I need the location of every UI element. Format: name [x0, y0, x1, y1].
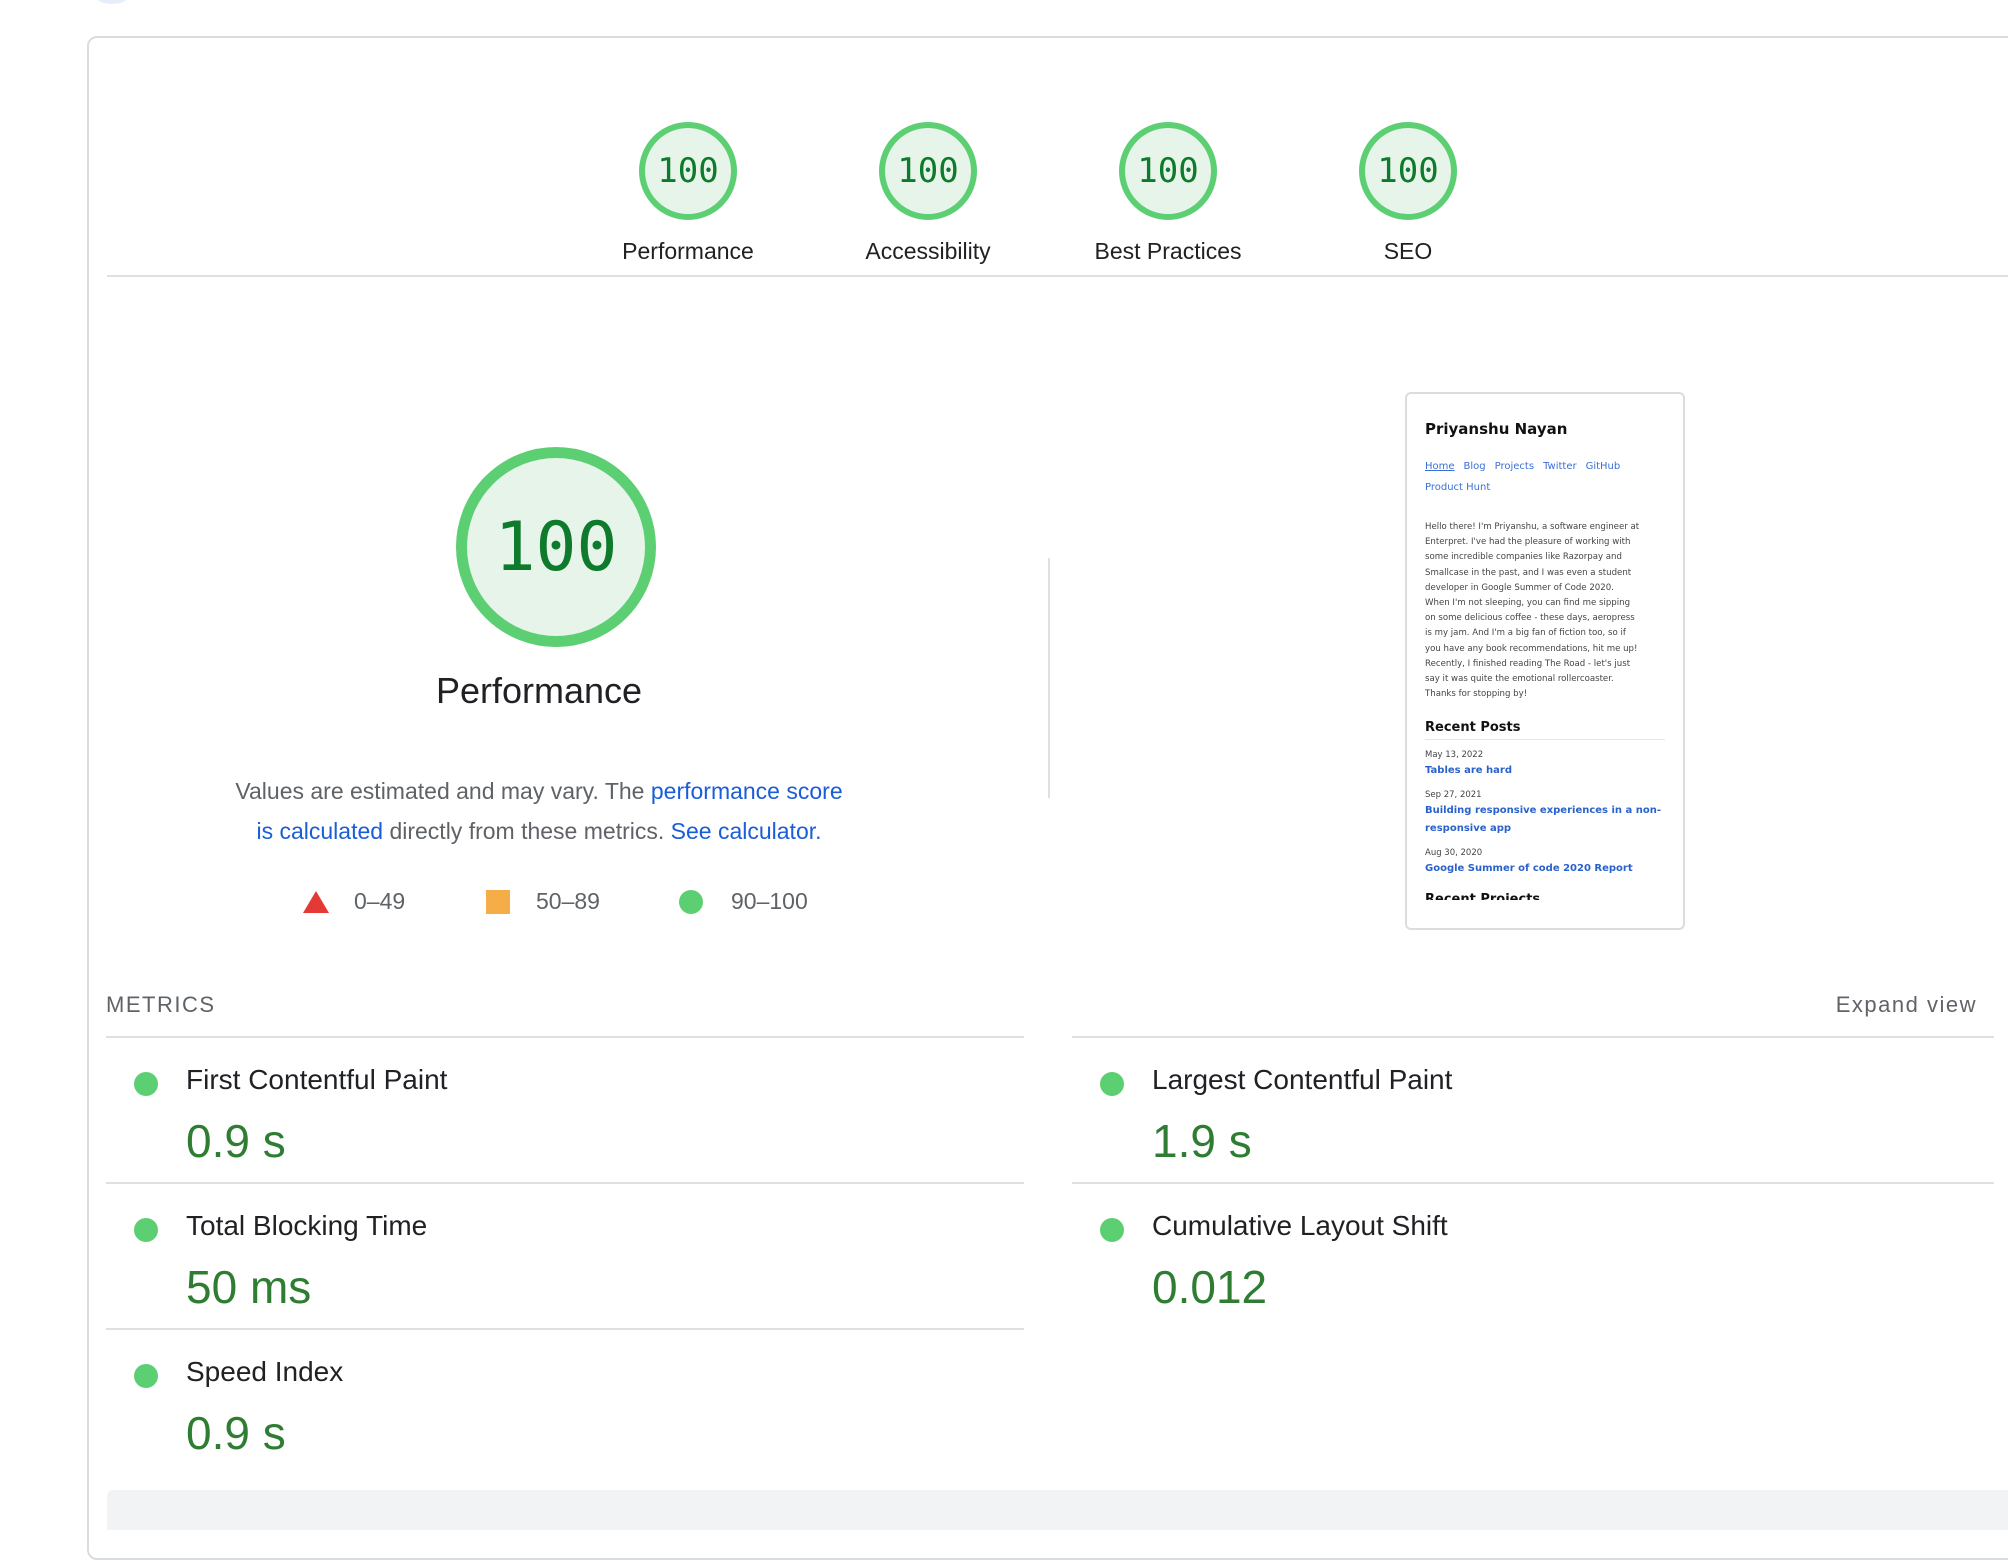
pass-circle-icon — [134, 1072, 158, 1096]
gauge-seo-label: SEO — [1383, 238, 1433, 264]
metric-speed-index[interactable]: Speed Index 0.9 s — [106, 1330, 1006, 1470]
gauge-best-practices[interactable]: 100 Best Practices — [1068, 122, 1268, 265]
vertical-separator — [1048, 558, 1050, 798]
desc-text-1: Values are estimated and may vary. The — [235, 778, 651, 804]
see-calculator-link[interactable]: See calculator. — [671, 818, 822, 844]
bio-line: is my jam. And I'm a big fan of fiction … — [1425, 628, 1626, 639]
post-date: May 13, 2022 — [1425, 750, 1484, 761]
metric-value: 0.9 s — [186, 1115, 286, 1167]
square-icon — [486, 889, 510, 914]
gauge-accessibility[interactable]: 100 Accessibility — [828, 122, 1028, 265]
bio-line: When I'm not sleeping, you can find me s… — [1425, 598, 1631, 609]
site-bio: Hello there! I'm Priyanshu, a software e… — [1425, 520, 1665, 702]
metric-label: First Contentful Paint — [186, 1064, 448, 1095]
gauge-accessibility-score: 100 — [879, 122, 977, 220]
post-title: Google Summer of code 2020 Report — [1425, 863, 1633, 875]
bio-line: Enterpret. I've had the pleasure of work… — [1425, 537, 1631, 548]
final-screenshot[interactable]: Priyanshu Nayan Home Blog Projects Twitter G… — [1405, 392, 1685, 930]
metric-label: Speed Index — [186, 1356, 344, 1387]
metric-value: 50 ms — [186, 1261, 312, 1313]
gauge-performance-label: Performance — [622, 238, 754, 264]
bio-line: developer in Google Summer of Code 2020. — [1425, 582, 1614, 593]
performance-description: Values are estimated and may vary. The p… — [229, 771, 849, 851]
bio-line: on some delicious coffee - these days, a… — [1425, 613, 1635, 624]
metric-value: 1.9 s — [1152, 1115, 1252, 1167]
post-date: Aug 30, 2020 — [1425, 848, 1483, 859]
desc-text-2: directly from these metrics. — [383, 818, 671, 844]
site-name: Priyanshu Nayan — [1425, 420, 1568, 438]
audits-toolbar — [107, 1490, 2008, 1530]
metric-total-blocking-time[interactable]: Total Blocking Time 50 ms — [106, 1184, 1006, 1324]
legend-average-label: 50–89 — [536, 888, 600, 914]
pass-circle-icon — [134, 1218, 158, 1242]
bio-line: say it was quite the emotional rollercoa… — [1425, 674, 1614, 685]
metric-label: Largest Contentful Paint — [1152, 1064, 1453, 1095]
metric-value: 0.9 s — [186, 1407, 286, 1459]
post-title: Tables are hard — [1425, 765, 1512, 777]
bio-line: you have any book recommendations, hit m… — [1425, 643, 1638, 654]
gauge-best-practices-label: Best Practices — [1094, 238, 1242, 264]
pass-circle-icon — [1100, 1218, 1124, 1242]
bio-line: Smallcase in the past, and I was even a … — [1425, 567, 1632, 578]
expand-view-button[interactable]: Expand view — [1836, 992, 1977, 1018]
metric-value: 0.012 — [1152, 1261, 1268, 1313]
circle-icon — [679, 889, 703, 914]
header-divider — [107, 275, 2008, 277]
legend-fail: 0–49 — [303, 888, 405, 915]
metric-label: Cumulative Layout Shift — [1152, 1210, 1448, 1241]
bio-line: Thanks for stopping by! — [1425, 689, 1528, 700]
gauge-seo[interactable]: 100 SEO — [1308, 122, 1508, 265]
recent-post: Sep 27, 2021 Building responsive experie… — [1425, 790, 1665, 838]
site-nav-blog: Blog — [1463, 461, 1486, 472]
recent-post: Aug 30, 2020 Google Summer of code 2020 … — [1425, 848, 1665, 878]
legend-average: 50–89 — [486, 888, 600, 915]
performance-title: Performance — [435, 670, 643, 711]
metric-label: Total Blocking Time — [186, 1210, 428, 1241]
site-nav-twitter: Twitter — [1543, 461, 1577, 472]
category-gauges: 100 Performance 100 Accessibility 100 Be… — [89, 122, 2008, 282]
post-date: Sep 27, 2021 — [1425, 790, 1482, 801]
recent-posts-title: Recent Posts — [1425, 720, 1665, 741]
legend-fail-label: 0–49 — [354, 888, 406, 914]
site-nav: Home Blog Projects Twitter GitHub Product Hun… — [1425, 456, 1665, 498]
report-card: 100 Performance 100 Accessibility 100 Be… — [87, 36, 2008, 1560]
triangle-icon — [303, 890, 329, 913]
bio-line: Recently, I finished reading The Road - … — [1425, 658, 1631, 669]
gauge-accessibility-label: Accessibility — [865, 238, 991, 264]
recent-projects-title: Recent Projects — [1425, 892, 1541, 901]
legend-pass-label: 90–100 — [731, 888, 808, 914]
metric-first-contentful-paint[interactable]: First Contentful Paint 0.9 s — [106, 1038, 1006, 1178]
screenshot-content: Priyanshu Nayan Home Blog Projects Twitter G… — [1425, 420, 1665, 900]
top-decoration — [92, 0, 132, 4]
metrics-heading: METRICS — [106, 992, 216, 1017]
gauge-performance-score: 100 — [639, 122, 737, 220]
post-title: Building responsive experiences in a non… — [1425, 805, 1662, 835]
site-nav-projects: Projects — [1494, 461, 1535, 472]
site-nav-product-hunt: Product Hunt — [1425, 482, 1491, 493]
bio-line: some incredible companies like Razorpay … — [1425, 552, 1622, 563]
bio-line: Hello there! I'm Priyanshu, a software e… — [1425, 522, 1640, 532]
gauge-performance[interactable]: 100 Performance — [588, 122, 788, 265]
pass-circle-icon — [1100, 1072, 1124, 1096]
legend-pass: 90–100 — [679, 888, 808, 915]
performance-big-gauge: 100 — [456, 447, 656, 647]
metric-largest-contentful-paint[interactable]: Largest Contentful Paint 1.9 s — [1072, 1038, 1972, 1178]
gauge-seo-score: 100 — [1359, 122, 1457, 220]
recent-post: May 13, 2022 Tables are hard — [1425, 750, 1665, 780]
pass-circle-icon — [134, 1364, 158, 1388]
site-nav-home: Home — [1425, 461, 1455, 472]
metric-cumulative-layout-shift[interactable]: Cumulative Layout Shift 0.012 — [1072, 1184, 1972, 1324]
gauge-best-practices-score: 100 — [1119, 122, 1217, 220]
site-nav-github: GitHub — [1585, 461, 1621, 472]
